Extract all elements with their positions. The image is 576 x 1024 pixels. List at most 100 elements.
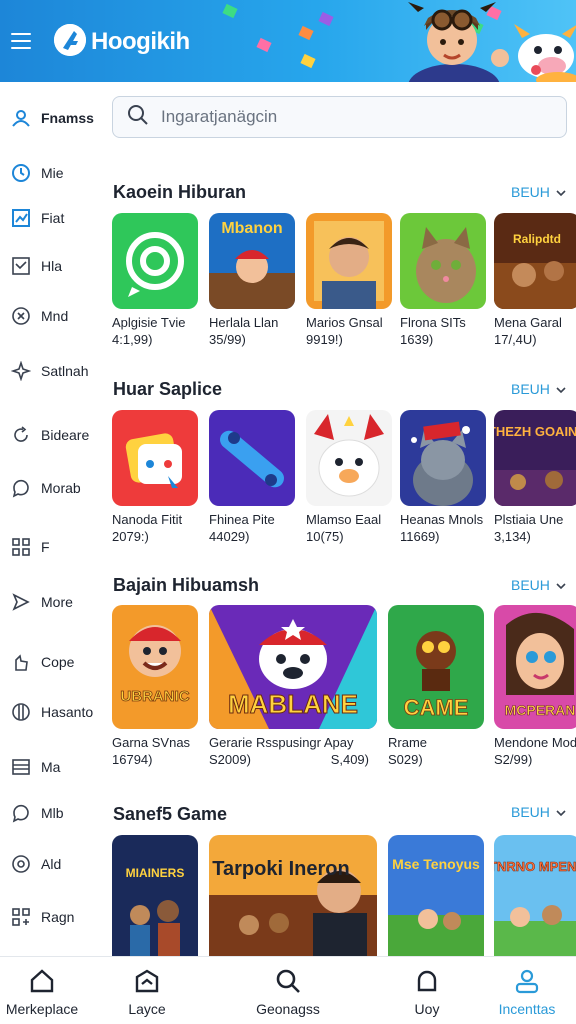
sidebar-item-fnamss[interactable]: Fnamss [10, 104, 94, 132]
profile-icon [477, 965, 576, 997]
nav-item-geonagss[interactable]: Geonagss [238, 965, 338, 1017]
menu-icon[interactable] [11, 33, 31, 49]
game-card[interactable]: MIAINERS [112, 835, 198, 956]
game-card[interactable]: Mse Tenoyus [388, 835, 484, 956]
sidebar-item-mlb[interactable]: Mlb [10, 799, 64, 827]
see-all-link[interactable]: BEUH [511, 577, 566, 593]
sidebar-item-hasanto[interactable]: Hasanto [10, 698, 93, 726]
game-count: 44029) [209, 529, 250, 544]
sidebar-item-morab[interactable]: Morab [10, 474, 81, 502]
game-thumbnail [209, 410, 295, 506]
see-all-link[interactable]: BEUH [511, 381, 566, 397]
sidebar-item-cope[interactable]: Cope [10, 648, 74, 676]
apps-icon [10, 906, 32, 928]
sidebar-item-f[interactable]: F [10, 533, 50, 561]
game-name: Marios Gnsal [306, 315, 383, 330]
game-card[interactable]: THEZH GOAINE Plstiaia Une 3,134) [494, 410, 576, 544]
game-count-row: S2009) S,409) [209, 752, 369, 767]
sidebar-item-more[interactable]: More [10, 588, 73, 616]
nav-label: Geonagss [256, 1001, 320, 1017]
nav-item-layce[interactable]: Layce [97, 965, 197, 1017]
chevron-down-icon [556, 381, 566, 397]
sidebar-item-hla[interactable]: Hla [10, 252, 62, 280]
columns-icon [10, 701, 32, 723]
sidebar-item-ald[interactable]: Ald [10, 850, 61, 878]
sidebar-item-satlnah[interactable]: Satlnah [10, 357, 88, 385]
header-mascots-illustration [346, 0, 576, 82]
see-all-label: BEUH [511, 381, 550, 397]
nav-item-uoy[interactable]: Uoy [377, 965, 477, 1017]
nav-item-incenttas[interactable]: Incenttas [477, 965, 576, 1017]
game-thumbnail [112, 410, 198, 506]
game-card[interactable]: Nanoda Fitit 2079:) [112, 410, 198, 544]
game-count: 4:1,99) [112, 332, 153, 347]
grid-icon [10, 536, 32, 558]
sparkle-icon [10, 360, 32, 382]
game-card[interactable]: UBRANIC Garna SVnas 16794) [112, 605, 198, 767]
confetti-decoration [222, 3, 238, 19]
search-bar[interactable] [112, 96, 567, 138]
game-card[interactable]: Heanas Mnols 11669) [400, 410, 486, 544]
game-name: Gerarie Rsspusingr Apay [209, 735, 354, 750]
sidebar-item-mie[interactable]: Mie [10, 159, 64, 187]
see-all-label: BEUH [511, 804, 550, 820]
sidebar-item-label: Mie [41, 165, 64, 181]
game-count: 11669) [400, 529, 440, 544]
game-name: Fhinea Pite [209, 512, 275, 527]
game-card[interactable]: Aplgisie Tvie 4:1,99) [112, 213, 198, 347]
game-thumbnail: THEZH GOAINE [494, 410, 576, 506]
game-count: 9919!) [306, 332, 343, 347]
game-name: Mlamso Eaal [306, 512, 382, 527]
sidebar-item-ma[interactable]: Ma [10, 753, 60, 781]
thumbnail-art-text: MCPERAN [505, 702, 576, 718]
confetti-decoration [318, 11, 334, 27]
game-thumbnail: MABLANE [209, 605, 377, 729]
clock-icon [10, 162, 32, 184]
thumbnail-art-text: UBRANIC [120, 688, 189, 705]
see-all-link[interactable]: BEUH [511, 804, 566, 820]
game-thumbnail: UBRANIC [112, 605, 198, 729]
list-icon [10, 756, 32, 778]
bell-icon [377, 965, 477, 997]
sidebar-item-label: F [41, 539, 50, 555]
nav-item-marketplace[interactable]: Merkeplace [0, 965, 92, 1017]
game-card[interactable]: Flrona SITs 1639) [400, 213, 486, 347]
game-count: 3,134) [494, 529, 531, 544]
game-name: Herlala Llan [209, 315, 279, 330]
game-thumbnail: Mse Tenoyus [388, 835, 484, 956]
game-card[interactable]: MCPERAN Mendone Mod S2/99) [494, 605, 576, 767]
game-card[interactable]: MABLANE Gerarie Rsspusingr Apay S2009) S… [209, 605, 377, 767]
game-name: Aplgisie Tvie [112, 315, 186, 330]
game-name: Mendone Mod [494, 735, 576, 750]
hand-icon [10, 651, 32, 673]
game-card[interactable]: Fhinea Pite 44029) [209, 410, 295, 544]
game-card[interactable]: CAME Rrame S029) [388, 605, 484, 767]
chevron-down-icon [556, 184, 566, 200]
game-card[interactable]: TNRNO MPENS [494, 835, 576, 956]
game-thumbnail: Tarpoki Ineron [209, 835, 377, 956]
game-card[interactable]: Ralipdtd Mena Garal 17/,4U) [494, 213, 576, 347]
sidebar-item-label: Ald [41, 856, 62, 872]
search-input[interactable] [161, 107, 541, 127]
sidebar-item-bideare[interactable]: Bideare [10, 421, 89, 449]
sidebar-item-fiat[interactable]: Fiat [10, 204, 64, 232]
game-count: 2079:) [112, 529, 149, 544]
sidebar-item-ragn[interactable]: Ragn [10, 903, 74, 931]
game-card[interactable]: Mlamso Eaal 10(75) [306, 410, 392, 544]
game-card[interactable]: Tarpoki Ineron [209, 835, 377, 956]
game-count-secondary: S,409) [330, 752, 369, 767]
game-name: Heanas Mnols [400, 512, 484, 527]
thumbnail-art-text: Mbanon [221, 220, 282, 237]
thumbnail-art-text: THEZH GOAINE [494, 424, 576, 439]
sidebar-item-label: Mlb [41, 805, 64, 821]
game-card[interactable]: Marios Gnsal 9919!) [306, 213, 392, 347]
sidebar-item-label: Cope [41, 654, 75, 670]
game-thumbnail [112, 213, 198, 309]
see-all-link[interactable]: BEUH [511, 184, 566, 200]
game-card[interactable]: Mbanon Herlala Llan 35/99) [209, 213, 295, 347]
game-count: 1639) [400, 332, 434, 347]
sidebar-item-mnd[interactable]: Mnd [10, 302, 68, 330]
bottom-nav: Merkeplace Layce Geonagss Uoy Incenttas [0, 956, 576, 1024]
sidebar-item-label: Hasanto [41, 704, 94, 720]
confetti-decoration [300, 53, 316, 69]
